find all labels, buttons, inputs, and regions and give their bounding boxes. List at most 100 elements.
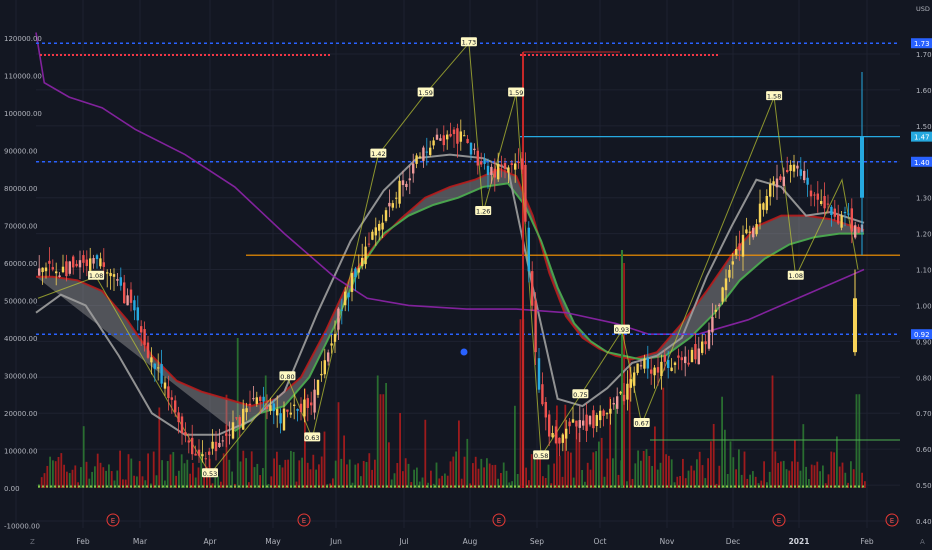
- candle-body: [381, 222, 384, 230]
- volume-bar: [682, 458, 684, 488]
- candle-body: [405, 183, 408, 187]
- candle-body: [575, 420, 578, 427]
- volume-bar: [774, 451, 777, 488]
- chart-canvas[interactable]: 1.08 0.53 0.80 0.63 1.42 1.59 1.73 1.26 1.59 0.58…: [0, 0, 932, 550]
- candle-body: [517, 161, 520, 164]
- volume-bar: [791, 461, 793, 488]
- candle-body: [143, 329, 146, 345]
- candle-body: [643, 358, 646, 369]
- left-axis-label: 90000.00: [4, 148, 37, 156]
- volume-bar: [343, 435, 345, 488]
- volume-bar: [687, 470, 690, 488]
- right-axis-label: 1.30: [916, 195, 932, 203]
- candle-body: [395, 197, 398, 199]
- candle-body: [646, 358, 649, 369]
- candle-body: [225, 433, 228, 436]
- candle-body: [140, 326, 143, 333]
- candle-body: [106, 272, 109, 274]
- candle-body: [435, 134, 439, 140]
- volume-bar: [334, 460, 337, 488]
- candle-body: [690, 349, 694, 363]
- volume-bar: [494, 464, 497, 488]
- volume-bar: [724, 429, 726, 488]
- volume-bar: [396, 463, 399, 488]
- candle-body: [323, 360, 326, 375]
- x-axis: Feb Mar Apr May Jun Jul Aug Sep Oct Nov Dec 2021 Feb…: [30, 537, 925, 546]
- volume-bar: [127, 454, 130, 488]
- volume-bar: [262, 468, 264, 488]
- volume-bar: [152, 451, 155, 488]
- candle-body: [439, 138, 442, 141]
- candle-body: [673, 362, 677, 365]
- candle-body: [102, 262, 105, 267]
- candle-body: [89, 258, 92, 271]
- right-axis-label: 1.10: [916, 267, 932, 275]
- candle-body: [289, 412, 292, 415]
- volume-bar: [567, 451, 569, 488]
- volume-bar: [586, 462, 589, 488]
- volume-bar: [379, 394, 382, 488]
- candle-body: [592, 410, 595, 429]
- candle-body: [384, 210, 388, 221]
- volume-bar: [833, 452, 835, 488]
- pivot-label: 1.58: [767, 93, 781, 101]
- candle-body: [595, 415, 598, 426]
- candle-body: [112, 274, 116, 277]
- candle-body: [265, 406, 269, 409]
- candle-body: [177, 412, 180, 423]
- volume-bar: [119, 450, 121, 488]
- left-axis-label: 80000.00: [4, 185, 37, 193]
- candle-body: [109, 272, 112, 277]
- candle-body: [728, 269, 731, 278]
- x-axis-label: Jul: [398, 537, 408, 546]
- moving-average-line: [35, 32, 865, 336]
- candle-body: [333, 333, 337, 342]
- candle-body: [765, 196, 768, 211]
- volume-bar: [276, 451, 278, 488]
- volume-bar: [760, 480, 763, 488]
- volume-bar: [85, 461, 88, 488]
- candle-body: [408, 178, 411, 181]
- candle-body: [718, 304, 721, 307]
- candle-body: [72, 256, 75, 268]
- candle-body: [68, 261, 71, 274]
- chart-root[interactable]: 1.08 0.53 0.80 0.63 1.42 1.59 1.73 1.26 1.59 0.58…: [0, 0, 932, 550]
- volume-bar: [634, 463, 637, 488]
- candle-body: [255, 397, 258, 404]
- candle-body: [313, 389, 316, 413]
- candle-body: [228, 434, 231, 436]
- candle-body: [599, 410, 602, 421]
- volume-bar: [844, 472, 847, 488]
- volume-bar: [290, 450, 292, 488]
- candle-body: [571, 419, 575, 423]
- candle-body: [248, 403, 252, 406]
- candle-body: [469, 142, 473, 155]
- candle-body: [153, 363, 156, 369]
- candle-body: [843, 211, 847, 214]
- volume-bar: [864, 481, 866, 488]
- candle-body: [619, 391, 622, 394]
- candle-body: [493, 168, 496, 178]
- candle-body: [534, 300, 537, 353]
- currency-label: USD: [916, 5, 930, 13]
- volume-bar: [281, 467, 284, 488]
- volume-bar: [668, 455, 670, 488]
- volume-bar: [74, 465, 77, 488]
- right-axis-label: 0.50: [916, 482, 932, 490]
- candle-body: [184, 432, 187, 436]
- volume-bar: [435, 462, 438, 488]
- left-axis-label: 50000.00: [4, 298, 37, 306]
- volume-bar: [693, 470, 695, 488]
- candle-body: [830, 206, 833, 216]
- volume-bar: [388, 442, 390, 488]
- x-axis-label: Feb: [76, 537, 90, 546]
- volume-bar: [186, 459, 189, 488]
- volume-bar: [670, 459, 673, 488]
- price-highlight-label: 1.40: [914, 159, 930, 167]
- candle-body: [361, 257, 364, 267]
- left-axis-label: 120000.00: [4, 35, 42, 43]
- price-highlight-label: 1.73: [914, 40, 930, 48]
- candle-body: [701, 341, 704, 353]
- pivot-label: 1.73: [462, 39, 476, 47]
- volume-bar: [147, 453, 149, 488]
